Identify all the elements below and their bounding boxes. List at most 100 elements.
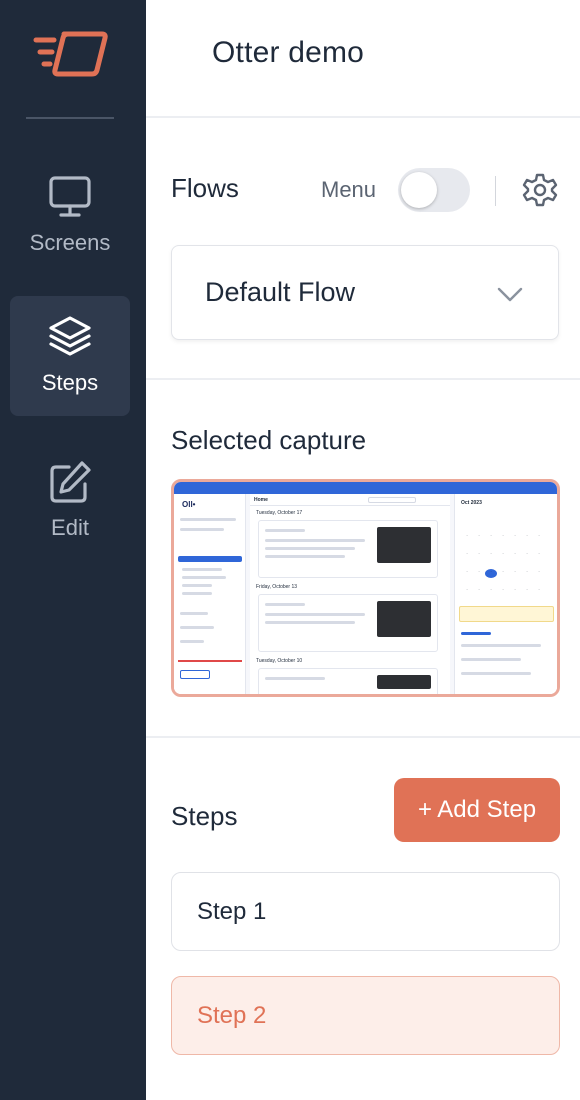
preview-calendar-cell: · [526, 569, 528, 574]
preview-calendar-cell: · [502, 533, 504, 538]
rail-divider [26, 117, 114, 119]
section-divider [146, 736, 580, 738]
preview-line [265, 603, 305, 606]
preview-line [182, 568, 222, 571]
gear-icon[interactable] [522, 172, 558, 208]
preview-calendar-cell: · [502, 587, 504, 592]
preview-calendar-cell: · [478, 533, 480, 538]
preview-line [265, 539, 365, 542]
sidebar-item-label: Edit [51, 515, 89, 540]
preview-calendar-cell: · [538, 551, 540, 556]
preview-search [368, 497, 416, 503]
preview-calendar-cell: · [490, 533, 492, 538]
steps-heading: Steps [171, 801, 238, 831]
toggle-knob [401, 172, 437, 208]
preview-calendar-cell: · [538, 587, 540, 592]
preview-line [180, 518, 236, 521]
preview-calendar-cell: · [466, 551, 468, 556]
preview-date: Tuesday, October 10 [256, 658, 303, 664]
preview-calendar-cell: · [502, 551, 504, 556]
preview-notice [459, 606, 554, 622]
edit-icon [50, 461, 91, 503]
menu-toggle[interactable] [398, 168, 470, 212]
preview-line [180, 612, 208, 615]
preview-calendar-cell: · [466, 569, 468, 574]
sidebar-item-label: Steps [41, 370, 99, 395]
preview-calendar-cell: · [466, 587, 468, 592]
preview-line [182, 592, 212, 595]
preview-line [461, 658, 521, 661]
preview-calendar-cell: · [538, 569, 540, 574]
preview-logo: Oll• [182, 500, 196, 509]
preview-line [180, 528, 224, 531]
divider [495, 176, 496, 206]
preview-calendar-cell: · [514, 569, 516, 574]
preview-calendar-cell: · [514, 587, 516, 592]
preview-line [180, 640, 204, 643]
chevron-down-icon [497, 287, 523, 302]
main-panel: Otter demo Flows Menu Default Flow Selec… [146, 0, 580, 1100]
preview-calendar-cell: · [490, 551, 492, 556]
preview-card [258, 520, 438, 578]
section-divider [146, 378, 580, 380]
preview-calendar-cell: · [485, 569, 497, 578]
preview-calendar-cell: · [478, 587, 480, 592]
preview-line [265, 613, 365, 616]
preview-calendar-cell: · [514, 533, 516, 538]
preview-calendar-cell: · [466, 533, 468, 538]
layers-icon [49, 316, 91, 356]
preview-line [182, 584, 212, 587]
preview-nav-selected [178, 556, 242, 562]
step-item-selected[interactable]: Step 2 [171, 976, 560, 1055]
preview-calendar-cell: · [514, 551, 516, 556]
preview-calendar-month: Oct 2023 [461, 500, 482, 506]
preview-calendar-panel: Oct 2023 ······························· [454, 494, 557, 694]
preview-line [182, 576, 226, 579]
preview-record-button [406, 485, 438, 492]
step-item[interactable]: Step 1 [171, 872, 560, 951]
preview-line [461, 632, 491, 635]
sidebar-rail: Screens Steps Edit [0, 0, 146, 1100]
add-step-button[interactable]: + Add Step [394, 778, 560, 842]
preview-calendar-cell: · [526, 533, 528, 538]
preview-line [180, 626, 214, 629]
preview-calendar-cell: · [478, 551, 480, 556]
page-title: Otter demo [212, 36, 365, 69]
preview-thumb [377, 675, 431, 689]
preview-usage-bar [178, 660, 242, 662]
menu-toggle-label: Menu [321, 177, 377, 202]
preview-line [265, 529, 305, 532]
preview-line [265, 555, 345, 558]
selected-capture-thumbnail[interactable]: Oll• Home Tuesday, October 17 Friday, Oc… [171, 479, 560, 697]
app-logo-icon[interactable] [30, 28, 110, 80]
preview-line [461, 672, 531, 675]
preview-line [461, 644, 541, 647]
preview-button [180, 670, 210, 679]
preview-date: Tuesday, October 17 [256, 510, 303, 516]
preview-calendar-cell: · [490, 587, 492, 592]
preview-line [265, 677, 325, 680]
flow-select[interactable]: Default Flow [171, 245, 559, 340]
preview-calendar-cell: · [478, 569, 480, 574]
preview-calendar-cell: · [502, 569, 504, 574]
preview-date: Friday, October 13 [256, 584, 298, 590]
preview-sidebar: Oll• [174, 494, 246, 694]
monitor-icon [49, 176, 91, 217]
preview-banner [174, 482, 557, 494]
flow-select-value: Default Flow [205, 277, 356, 307]
preview-card [258, 668, 438, 694]
preview-calendar-grid: ······························· [461, 524, 551, 614]
step-label: Step 1 [197, 898, 267, 925]
sidebar-item-steps[interactable]: Steps [10, 296, 130, 416]
preview-line [265, 621, 355, 624]
preview-line [265, 547, 355, 550]
preview-calendar-cell: · [526, 587, 528, 592]
step-label: Step 2 [197, 1002, 267, 1029]
preview-content: Home Tuesday, October 17 Friday, October… [250, 494, 450, 694]
selected-capture-heading: Selected capture [171, 425, 367, 455]
preview-calendar-cell: · [526, 551, 528, 556]
sidebar-item-edit[interactable]: Edit [10, 441, 130, 561]
header: Otter demo [146, 0, 580, 118]
sidebar-item-screens[interactable]: Screens [10, 156, 130, 276]
capture-preview: Oll• Home Tuesday, October 17 Friday, Oc… [174, 482, 557, 694]
